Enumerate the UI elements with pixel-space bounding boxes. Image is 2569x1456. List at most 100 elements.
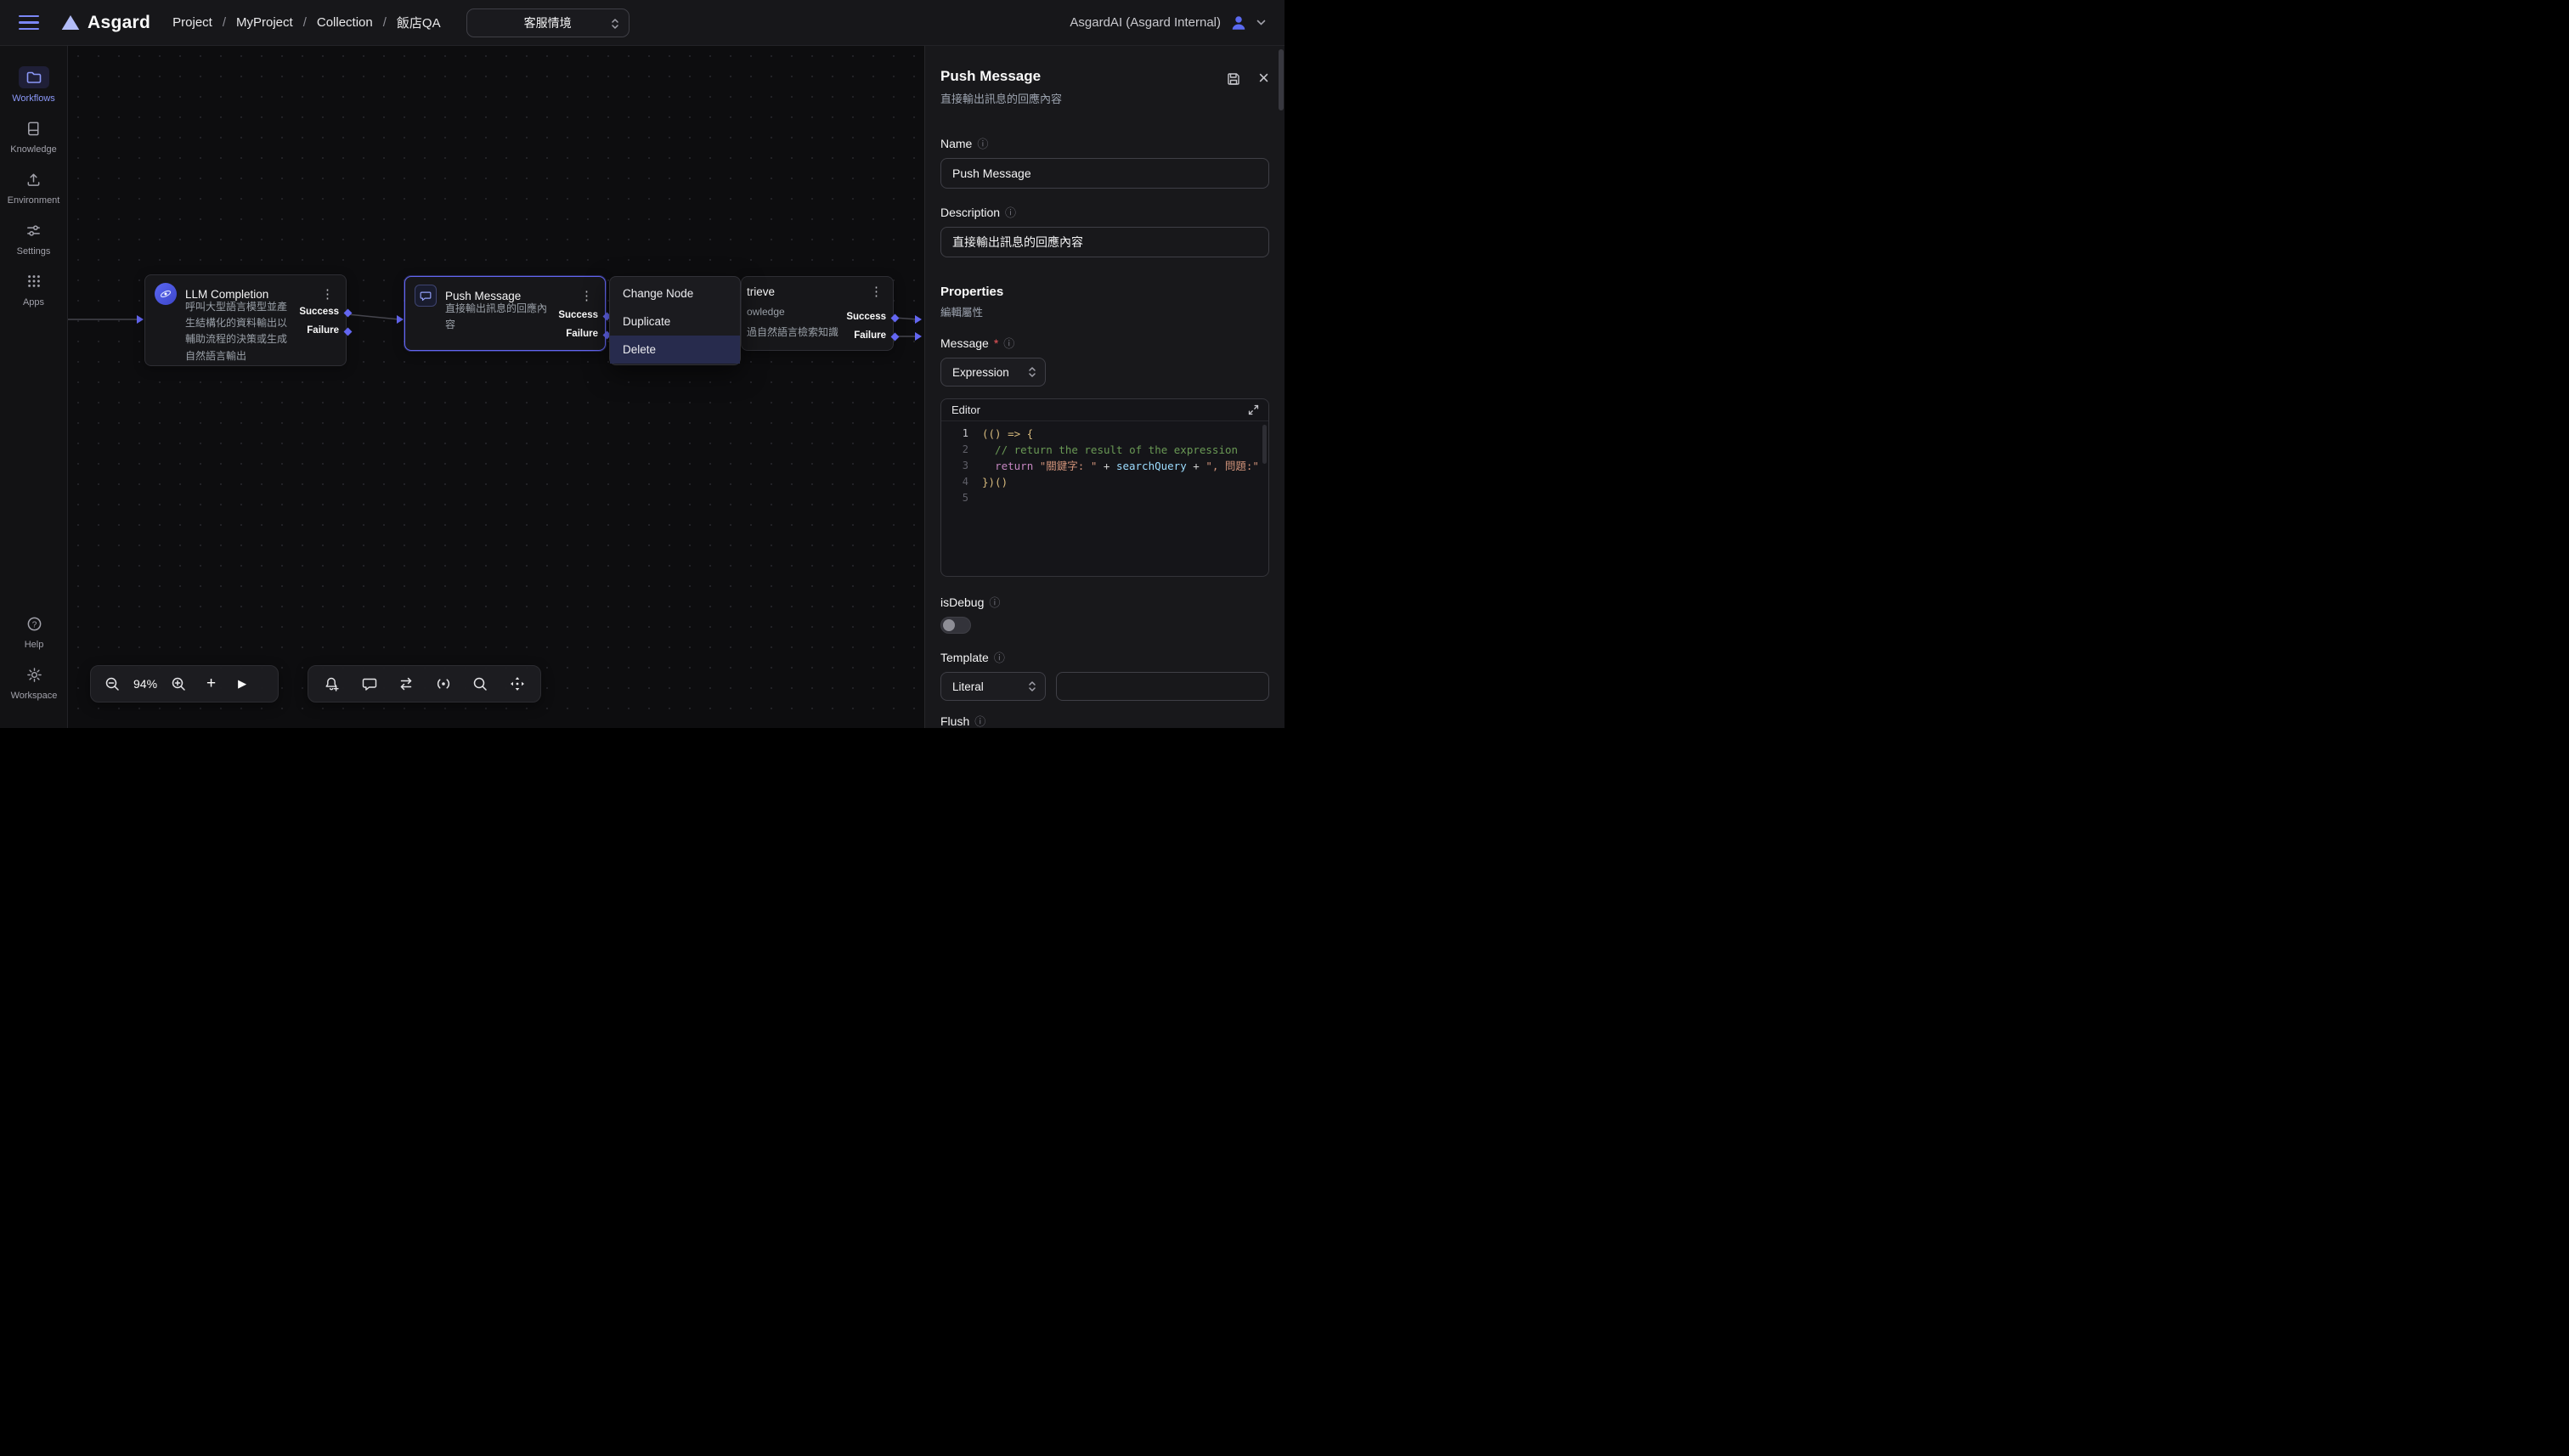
breadcrumb-item-myproject[interactable]: MyProject (236, 15, 293, 30)
workflow-canvas[interactable]: LLM Completion ⋮ 呼叫大型語言模型並產生結構化的資料輸出以輔助流… (68, 46, 924, 728)
breadcrumb-item-collection[interactable]: Collection (317, 15, 373, 30)
info-icon: ⓘ (974, 713, 985, 728)
template-field-label: Template ⓘ (940, 649, 1269, 665)
editor-label: Editor (951, 404, 980, 416)
breadcrumb-item-workflow[interactable]: 飯店QA (397, 14, 441, 31)
logo-text: Asgard (88, 13, 150, 33)
kebab-menu-icon[interactable]: ⋮ (867, 284, 886, 300)
environment-selector[interactable]: 客服情境 (466, 8, 630, 37)
sidebar-item-label: Workflows (12, 93, 55, 104)
menu-item-duplicate[interactable]: Duplicate (610, 308, 740, 336)
save-button[interactable] (1226, 71, 1241, 87)
zoom-level: 94% (133, 677, 157, 691)
description-field-label: Description ⓘ (940, 204, 1269, 220)
breadcrumb: Project / MyProject / Collection / 飯店QA (172, 14, 440, 31)
port-success-label[interactable]: Success (299, 307, 339, 317)
asgard-logo[interactable]: Asgard (61, 13, 150, 33)
properties-subheading: 編輯屬性 (940, 303, 1269, 319)
search-icon[interactable] (472, 676, 488, 691)
expand-editor-icon[interactable] (1247, 404, 1260, 416)
zoom-toolbar: 94% + ▶ (90, 665, 279, 703)
page-scrollbar[interactable] (1279, 49, 1284, 110)
expression-editor: Editor 12345 (() => { // return the resu… (940, 398, 1269, 577)
node-title-fragment: trieve (747, 285, 775, 298)
isdebug-field-label: isDebug ⓘ (940, 594, 1269, 610)
sidebar-item-settings[interactable]: Settings (0, 219, 68, 257)
chevron-updown-icon (611, 18, 619, 30)
close-panel-button[interactable]: × (1258, 71, 1269, 85)
port-success-label[interactable]: Success (846, 312, 886, 322)
zoom-in-icon[interactable] (171, 676, 186, 691)
message-field-label: Message * ⓘ (940, 335, 1269, 351)
logo-triangle-icon (61, 14, 80, 31)
sidebar-bottom: ? Help Workspace (0, 612, 68, 714)
kebab-menu-icon[interactable]: ⋮ (577, 288, 596, 304)
properties-heading: Properties (940, 285, 1269, 299)
chevron-updown-icon (1028, 366, 1036, 378)
sidebar-item-environment[interactable]: Environment (0, 168, 68, 206)
sidebar-item-workflows[interactable]: Workflows (0, 66, 68, 104)
sidebar-item-help[interactable]: ? Help (0, 612, 68, 650)
broadcast-icon[interactable] (436, 676, 451, 691)
chevron-down-icon (1256, 20, 1266, 25)
workflows-folder-icon (19, 66, 49, 88)
template-type-select[interactable]: Literal (940, 672, 1046, 701)
sidebar-item-knowledge[interactable]: Knowledge (0, 117, 68, 155)
node-knowledge-retrieve[interactable]: trieve ⋮ owledge 過自然語言檢索知識 Success Failu… (741, 276, 894, 351)
sidebar-item-workspace[interactable]: Workspace (0, 663, 68, 701)
pan-move-icon[interactable] (510, 676, 525, 691)
help-icon: ? (19, 612, 49, 635)
breadcrumb-item-project[interactable]: Project (172, 15, 212, 30)
kebab-menu-icon[interactable]: ⋮ (318, 286, 337, 302)
svg-text:?: ? (31, 620, 37, 629)
menu-item-delete[interactable]: Delete (610, 336, 740, 364)
account-menu[interactable]: AsgardAI (Asgard Internal) (1070, 14, 1266, 32)
chat-bubble-icon[interactable] (362, 676, 377, 691)
info-icon: ⓘ (994, 649, 1005, 665)
node-description: 呼叫大型語言模型並產生結構化的資料輸出以輔助流程的決策或生成自然語言輸出 (185, 299, 291, 364)
panel-title: Push Message (940, 68, 1209, 85)
description-input[interactable] (940, 227, 1269, 257)
user-icon (1229, 14, 1248, 32)
port-failure-label[interactable]: Failure (854, 330, 886, 341)
template-value-input[interactable] (1056, 672, 1269, 701)
menu-item-change-node[interactable]: Change Node (610, 279, 740, 308)
editor-scrollbar[interactable] (1262, 425, 1267, 464)
name-input[interactable] (940, 158, 1269, 189)
environment-selector-value: 客服情境 (524, 14, 572, 31)
account-label: AsgardAI (Asgard Internal) (1070, 15, 1221, 30)
tools-toolbar (308, 665, 541, 703)
template-type-value: Literal (952, 680, 984, 693)
topbar: Asgard Project / MyProject / Collection … (0, 0, 1284, 46)
sidebar-item-apps[interactable]: Apps (0, 270, 68, 308)
node-llm-completion[interactable]: LLM Completion ⋮ 呼叫大型語言模型並產生結構化的資料輸出以輔助流… (144, 274, 347, 366)
info-icon: ⓘ (977, 135, 988, 151)
chevron-updown-icon (1028, 680, 1036, 692)
flush-field-label: Flush ⓘ (940, 713, 1269, 728)
swap-arrows-icon[interactable] (398, 676, 414, 691)
sidebar: Workflows Knowledge Environment Settings… (0, 46, 68, 728)
name-field-label: Name ⓘ (940, 135, 1269, 151)
apps-grid-icon (19, 270, 49, 292)
info-icon: ⓘ (989, 594, 1000, 610)
hamburger-menu-icon[interactable] (19, 15, 39, 30)
app-window: Asgard Project / MyProject / Collection … (0, 0, 1284, 728)
sidebar-item-label: Settings (17, 246, 51, 257)
sidebar-item-label: Environment (8, 195, 60, 206)
add-button[interactable]: + (206, 674, 216, 693)
port-failure-label[interactable]: Failure (307, 325, 339, 336)
port-success-label[interactable]: Success (558, 310, 598, 320)
breadcrumb-separator: / (303, 15, 307, 30)
message-type-select[interactable]: Expression (940, 358, 1046, 387)
isdebug-toggle[interactable] (940, 617, 971, 634)
info-icon: ⓘ (1005, 204, 1016, 220)
node-push-message[interactable]: Push Message ⋮ 直接輸出訊息的回應內容 Success Failu… (404, 276, 606, 351)
add-trigger-icon[interactable] (324, 676, 340, 692)
environment-upload-icon (19, 168, 49, 190)
port-failure-label[interactable]: Failure (566, 329, 598, 339)
code-editor-area[interactable]: 12345 (() => { // return the result of t… (941, 421, 1268, 577)
push-message-icon (415, 285, 437, 307)
run-workflow-button[interactable]: ▶ (238, 677, 246, 691)
zoom-out-icon[interactable] (104, 676, 120, 691)
node-description: 直接輸出訊息的回應內容 (445, 301, 550, 333)
